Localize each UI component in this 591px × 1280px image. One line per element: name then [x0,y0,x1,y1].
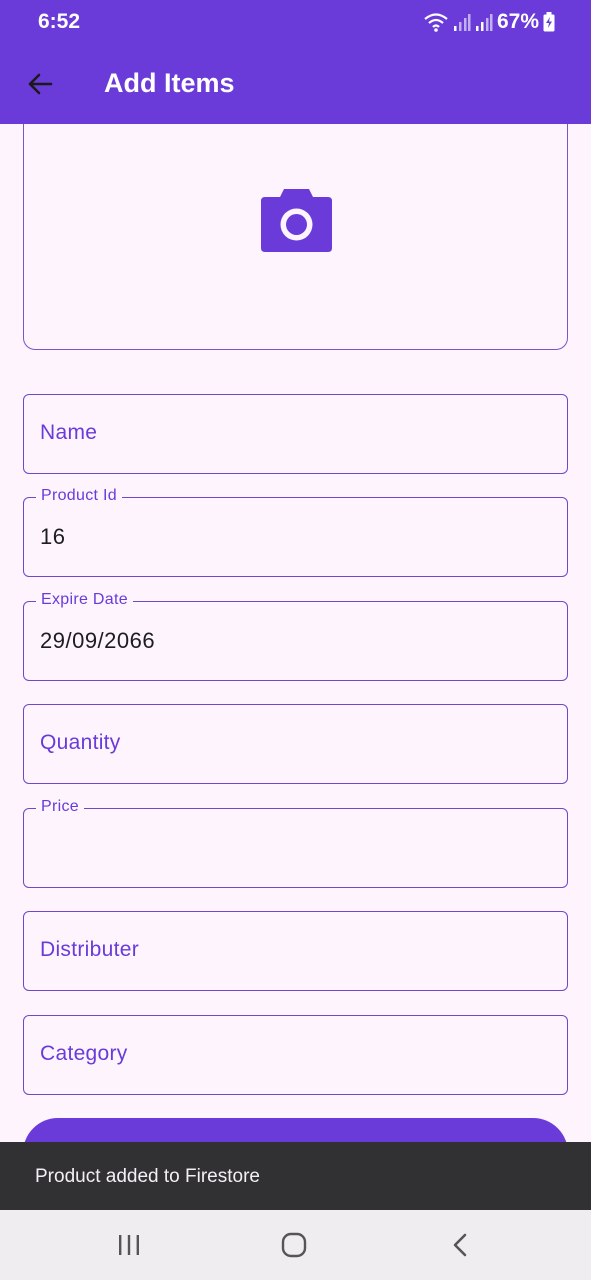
page-title: Add Items [104,68,235,98]
product-id-label: Product Id [36,487,122,505]
expire-date-label: Expire Date [36,591,133,609]
back-button[interactable] [18,62,62,106]
expire-date-value: 29/09/2066 [40,628,156,653]
expire-date-field[interactable]: Expire Date 29/09/2066 [23,591,568,681]
image-picker[interactable] [23,124,568,350]
product-id-value: 16 [40,524,66,549]
app-bar: Add Items [0,44,591,124]
back-icon [453,1233,467,1257]
name-placeholder: Name [40,421,98,444]
home-icon [281,1232,307,1258]
status-time: 6:52 [38,10,81,33]
category-placeholder: Category [40,1042,128,1065]
battery-percentage: 67% [496,10,539,33]
snackbar: Product added to Firestore [0,1142,591,1210]
nav-back-button[interactable] [438,1227,482,1263]
recent-apps-icon [119,1235,139,1255]
signal-icon [453,14,471,31]
price-field[interactable]: Price [23,798,568,888]
quantity-field[interactable]: Quantity [23,704,568,784]
price-label: Price [36,798,84,816]
category-field[interactable]: Category [23,1015,568,1095]
signal-icon [475,14,493,31]
product-id-field[interactable]: Product Id 16 [23,487,568,577]
recent-apps-button[interactable] [107,1227,151,1263]
distributer-placeholder: Distributer [40,938,139,961]
system-nav-bar [0,1210,591,1280]
snackbar-message: Product added to Firestore [35,1166,260,1187]
name-field[interactable]: Name [23,394,568,474]
quantity-placeholder: Quantity [40,731,121,754]
status-bar: 6:52 67% [0,0,591,44]
arrow-back-icon [28,73,53,95]
home-button[interactable] [272,1227,316,1263]
status-indicators: 67% [423,10,555,34]
wifi-icon [424,13,448,32]
add-button[interactable]: Add [23,1118,568,1142]
battery-charging-icon [543,12,555,32]
camera-icon [261,189,332,252]
distributer-field[interactable]: Distributer [23,911,568,991]
form-content: Name Product Id 16 Expire Date 29/09/206… [0,124,591,1142]
